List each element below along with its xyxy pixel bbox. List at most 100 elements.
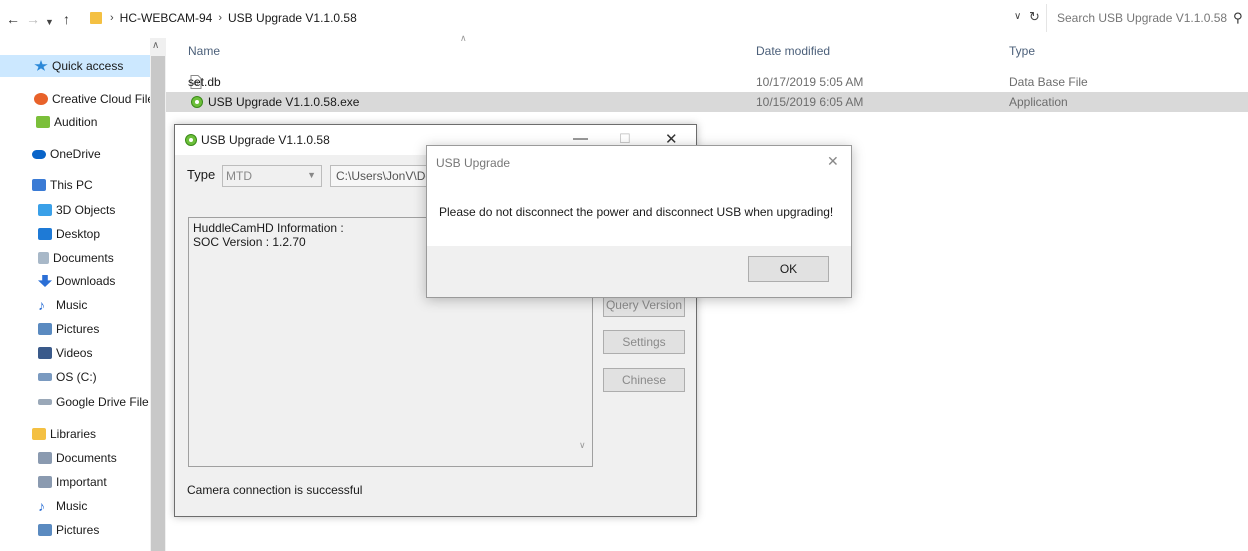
nav-item-this-pc[interactable]: This PC: [0, 174, 150, 196]
music-icon: ♪: [38, 297, 45, 313]
nav-item-documents[interactable]: Documents: [0, 247, 150, 269]
gear-icon: [185, 134, 197, 146]
nav-item-google-drive[interactable]: Google Drive File: [0, 391, 150, 413]
refresh-icon[interactable]: ↻: [1029, 9, 1040, 25]
file-type: Data Base File: [1009, 75, 1088, 89]
nav-item-lib-documents[interactable]: Documents: [0, 447, 150, 469]
back-arrow-icon[interactable]: ←: [6, 11, 20, 27]
drive-icon: [38, 373, 52, 381]
warning-dialog: USB Upgrade ✕ Please do not disconnect t…: [426, 145, 852, 298]
table-row[interactable]: USB Upgrade V1.1.0.58.exe 10/15/2019 6:0…: [166, 92, 1248, 112]
table-row[interactable]: set.db 10/17/2019 5:05 AM Data Base File: [166, 72, 1248, 92]
music-icon: ♪: [38, 498, 45, 514]
nav-item-creative-cloud[interactable]: Creative Cloud Files: [0, 88, 150, 110]
sort-indicator-icon: ∧: [460, 33, 467, 43]
nav-item-pictures[interactable]: Pictures: [0, 318, 150, 340]
type-select[interactable]: MTD ▼: [222, 165, 322, 187]
address-bar: ← → ▼ ↑ › HC-WEBCAM-94 › USB Upgrade V1.…: [0, 0, 1248, 38]
gear-icon: [191, 96, 203, 108]
forward-arrow-icon[interactable]: →: [26, 11, 40, 27]
dialog-message: Please do not disconnect the power and d…: [439, 205, 834, 219]
document-icon: [38, 452, 52, 464]
nav-item-label: Pictures: [56, 523, 100, 537]
creative-cloud-icon: [34, 93, 48, 105]
drive-icon: [38, 399, 52, 405]
video-icon: [38, 347, 52, 359]
breadcrumb-item[interactable]: USB Upgrade V1.1.0.58: [228, 11, 357, 25]
desktop-icon: [38, 228, 52, 240]
chevron-right-icon[interactable]: ›: [110, 12, 114, 24]
address-dropdown-icon[interactable]: ∨: [1014, 11, 1021, 22]
column-header-date[interactable]: Date modified: [756, 44, 830, 58]
document-icon: [38, 476, 52, 488]
dialog-footer: OK: [427, 246, 851, 297]
computer-icon: [32, 179, 46, 191]
window-title: USB Upgrade V1.1.0.58: [201, 133, 330, 147]
file-date: 10/15/2019 6:05 AM: [756, 95, 864, 109]
nav-item-label: Quick access: [52, 59, 124, 73]
search-input[interactable]: Search USB Upgrade V1.1.0.58 ⚲: [1046, 4, 1248, 32]
information-text: HuddleCamHD Information : SOC Version : …: [193, 221, 344, 249]
settings-button[interactable]: Settings: [603, 330, 685, 354]
nav-item-quick-access[interactable]: Quick access: [0, 55, 150, 77]
nav-scrollbar-thumb[interactable]: [151, 56, 165, 551]
nav-item-label: OS (C:): [56, 370, 97, 384]
type-select-value: MTD: [226, 169, 252, 183]
nav-item-onedrive[interactable]: OneDrive: [0, 143, 150, 165]
navigation-pane: Quick access Creative Cloud Files Auditi…: [0, 38, 166, 551]
breadcrumb: › HC-WEBCAM-94 › USB Upgrade V1.1.0.58: [90, 4, 357, 32]
cube-icon: [38, 204, 52, 216]
nav-item-label: Videos: [56, 346, 93, 360]
nav-item-libraries[interactable]: Libraries: [0, 423, 150, 445]
recent-locations-chevron-icon[interactable]: ▼: [45, 14, 54, 30]
nav-item-label: Important: [56, 475, 107, 489]
status-text: Camera connection is successful: [187, 483, 363, 497]
file-name: set.db: [188, 75, 221, 89]
nav-item-label: Downloads: [56, 274, 116, 288]
nav-item-downloads[interactable]: Downloads: [0, 270, 150, 292]
document-icon: [38, 252, 49, 264]
nav-item-important[interactable]: Important: [0, 471, 150, 493]
up-arrow-icon[interactable]: ↑: [63, 11, 70, 27]
nav-item-audition[interactable]: Audition: [0, 111, 150, 133]
nav-item-label: Documents: [56, 451, 117, 465]
file-date: 10/17/2019 5:05 AM: [756, 75, 864, 89]
column-header-name[interactable]: Name: [188, 44, 220, 58]
nav-item-label: 3D Objects: [56, 203, 116, 217]
nav-item-label: Music: [56, 298, 88, 312]
scroll-up-icon[interactable]: ∧: [152, 40, 159, 51]
nav-item-os-c[interactable]: OS (C:): [0, 366, 150, 388]
nav-item-label: Audition: [54, 115, 98, 129]
nav-item-label: Google Drive File: [56, 395, 149, 409]
nav-item-label: Libraries: [50, 427, 97, 441]
file-path-field[interactable]: C:\Users\JonV\Desktop: [330, 165, 440, 187]
column-header-type[interactable]: Type: [1009, 44, 1035, 58]
nav-item-videos[interactable]: Videos: [0, 342, 150, 364]
pictures-icon: [38, 323, 52, 335]
chinese-button[interactable]: Chinese: [603, 368, 685, 392]
download-icon: [38, 275, 52, 287]
nav-item-desktop[interactable]: Desktop: [0, 223, 150, 245]
ok-button[interactable]: OK: [748, 256, 829, 282]
pictures-icon: [38, 524, 52, 536]
nav-item-3d-objects[interactable]: 3D Objects: [0, 199, 150, 221]
file-path-value: C:\Users\JonV\Desktop: [336, 169, 439, 183]
scroll-down-icon[interactable]: ∨: [579, 440, 586, 451]
folder-icon: [32, 428, 46, 440]
dialog-title: USB Upgrade: [436, 156, 511, 170]
nav-item-label: Desktop: [56, 227, 101, 241]
breadcrumb-item[interactable]: HC-WEBCAM-94: [120, 11, 213, 25]
nav-item-lib-music[interactable]: ♪ Music: [0, 495, 150, 517]
search-icon: ⚲: [1233, 10, 1243, 25]
cloud-icon: [32, 149, 46, 159]
nav-item-label: Pictures: [56, 322, 100, 336]
nav-item-lib-pictures[interactable]: Pictures: [0, 519, 150, 541]
close-icon[interactable]: ✕: [827, 153, 839, 170]
audition-icon: [36, 116, 50, 128]
star-icon: [34, 60, 48, 71]
nav-item-music[interactable]: ♪ Music: [0, 294, 150, 316]
chevron-right-icon[interactable]: ›: [218, 12, 222, 24]
nav-item-label: Creative Cloud Files: [52, 92, 150, 106]
chevron-down-icon: ▼: [307, 170, 316, 180]
file-type: Application: [1009, 95, 1068, 109]
